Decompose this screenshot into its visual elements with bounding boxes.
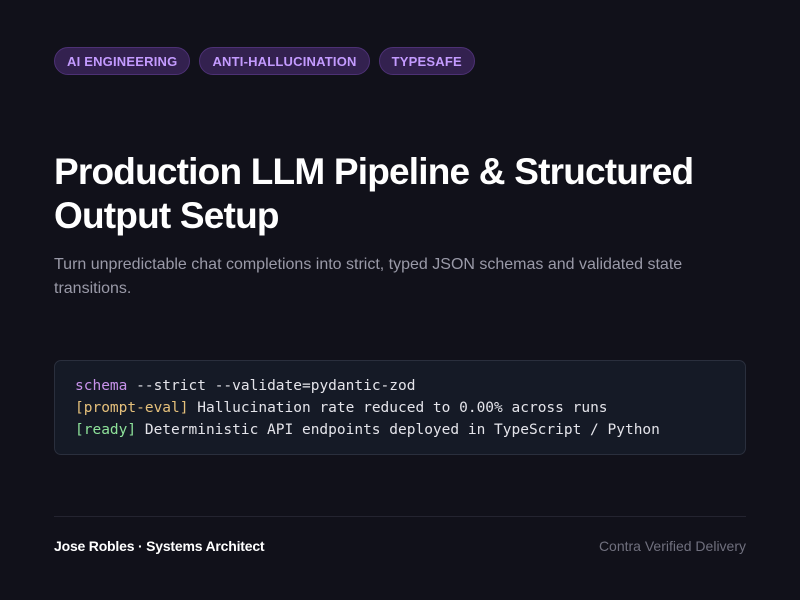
terminal-eval-text: Hallucination rate reduced to 0.00% acro… bbox=[188, 400, 608, 416]
terminal-eval-tag: [prompt-eval] bbox=[75, 400, 189, 416]
terminal-command-args: --strict --validate=pydantic-zod bbox=[127, 378, 416, 394]
terminal-ready-text: Deterministic API endpoints deployed in … bbox=[136, 422, 660, 438]
terminal-block: schema --strict --validate=pydantic-zod … bbox=[54, 360, 746, 455]
terminal-line-ready: [ready] Deterministic API endpoints depl… bbox=[75, 419, 725, 441]
page-subtitle: Turn unpredictable chat completions into… bbox=[54, 256, 683, 297]
page-title-line-1: Production LLM Pipeline & Structured bbox=[54, 151, 694, 192]
delivery-badge: Contra Verified Delivery bbox=[598, 538, 746, 554]
tag-anti-hallucination: ANTI-HALLUCINATION bbox=[199, 47, 370, 75]
footer: Jose Robles · Systems Architect Contra V… bbox=[54, 516, 746, 575]
terminal-line-eval: [prompt-eval] Hallucination rate reduced… bbox=[75, 397, 725, 419]
terminal-command: schema bbox=[75, 378, 128, 394]
tag-ai-engineering: AI ENGINEERING bbox=[54, 47, 191, 75]
tag-list: AI ENGINEERING ANTI-HALLUCINATION TYPESA… bbox=[54, 47, 475, 75]
tag-typesafe: TYPESAFE bbox=[378, 47, 475, 75]
terminal-ready-tag: [ready] bbox=[75, 422, 137, 438]
terminal-line-command: schema --strict --validate=pydantic-zod bbox=[75, 375, 725, 397]
page-title: Production LLM Pipeline & Structured Out… bbox=[54, 150, 754, 238]
author-credit: Jose Robles · Systems Architect bbox=[54, 538, 265, 554]
page-title-line-2: Output Setup bbox=[54, 195, 279, 236]
